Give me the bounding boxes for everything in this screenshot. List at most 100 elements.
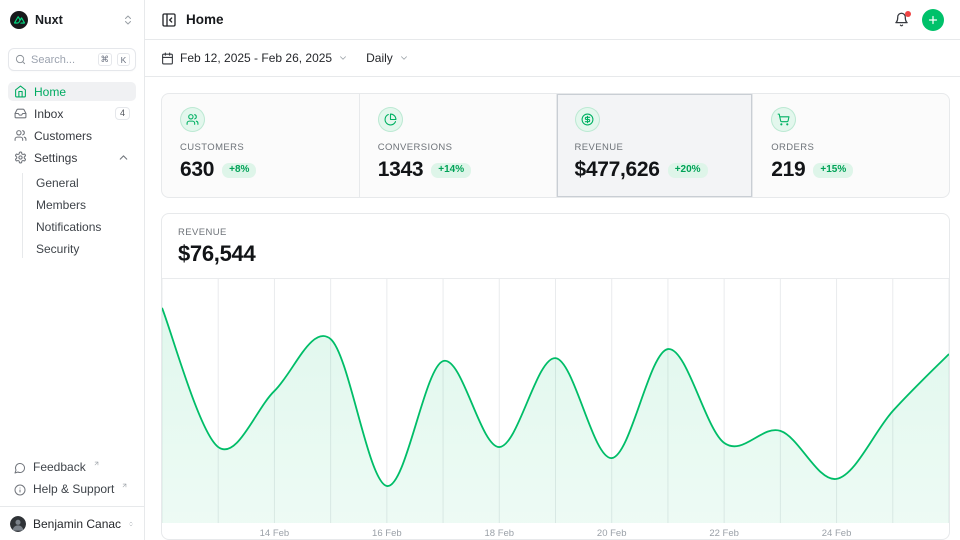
add-button[interactable] xyxy=(922,9,944,31)
revenue-chart-plot[interactable] xyxy=(162,278,949,523)
stat-delta-badge: +20% xyxy=(668,163,708,178)
x-axis: 14 Feb 16 Feb 18 Feb 20 Feb 22 Feb 24 Feb xyxy=(162,523,949,540)
sidebar-item-settings[interactable]: Settings xyxy=(8,148,136,167)
sidebar-item-members[interactable]: Members xyxy=(23,195,128,214)
sidebar-item-general[interactable]: General xyxy=(23,173,128,192)
x-axis-label: 20 Feb xyxy=(597,528,627,539)
chevron-up-icon xyxy=(117,151,130,164)
stat-value: 1343 xyxy=(378,158,424,182)
notification-dot xyxy=(905,11,911,17)
info-icon xyxy=(14,484,26,496)
message-circle-icon xyxy=(14,462,26,474)
sidebar-item-inbox[interactable]: Inbox 4 xyxy=(8,104,136,123)
gear-icon xyxy=(14,151,27,164)
collapse-sidebar-button[interactable] xyxy=(161,12,177,28)
page-title: Home xyxy=(186,12,224,27)
stats-cards: CUSTOMERS 630 +8% CONVERSIONS 1343 +14% xyxy=(161,93,950,198)
external-link-icon xyxy=(93,460,100,467)
stat-card-orders[interactable]: ORDERS 219 +15% xyxy=(752,94,949,197)
chart-title: REVENUE xyxy=(178,227,933,238)
sidebar-footer-links: Feedback Help & Support xyxy=(0,458,144,506)
stat-delta-badge: +15% xyxy=(813,163,853,178)
stat-card-revenue[interactable]: REVENUE $477,626 +20% xyxy=(556,94,753,197)
stat-card-conversions[interactable]: CONVERSIONS 1343 +14% xyxy=(359,94,556,197)
topbar-actions xyxy=(894,9,944,31)
chevron-down-icon xyxy=(399,53,409,63)
search-icon xyxy=(15,54,26,65)
workspace-name: Nuxt xyxy=(35,13,63,27)
revenue-chart-card: REVENUE $76,544 14 Feb 16 Feb 18 Feb 20 Feb… xyxy=(161,213,950,540)
avatar xyxy=(10,516,26,532)
period-label: Daily xyxy=(366,51,393,65)
kbd-cmd: ⌘ xyxy=(98,53,113,66)
x-axis-label: 14 Feb xyxy=(260,528,290,539)
x-axis-label: 16 Feb xyxy=(372,528,402,539)
sidebar-item-home[interactable]: Home xyxy=(8,82,136,101)
x-axis-label: 24 Feb xyxy=(822,528,852,539)
notifications-button[interactable] xyxy=(894,12,909,27)
stat-value: $477,626 xyxy=(575,158,660,182)
filters-toolbar: Feb 12, 2025 - Feb 26, 2025 Daily xyxy=(145,40,960,77)
panel-left-close-icon xyxy=(161,12,177,28)
pie-chart-icon xyxy=(378,107,403,132)
revenue-area-chart xyxy=(162,278,949,523)
workspace-switcher[interactable]: Nuxt xyxy=(0,0,144,40)
date-range-label: Feb 12, 2025 - Feb 26, 2025 xyxy=(180,51,332,65)
search-input[interactable]: Search... ⌘ K xyxy=(8,48,136,71)
sidebar-item-security[interactable]: Security xyxy=(23,239,128,258)
stat-label: REVENUE xyxy=(575,142,735,153)
subnav-label: Notifications xyxy=(36,220,101,234)
users-icon xyxy=(14,129,27,142)
subnav-label: Security xyxy=(36,242,79,256)
chevrons-up-down-icon xyxy=(128,518,134,530)
stat-card-customers[interactable]: CUSTOMERS 630 +8% xyxy=(162,94,359,197)
feedback-label: Feedback xyxy=(33,458,86,477)
stat-delta-badge: +8% xyxy=(222,163,256,178)
sidebar-item-notifications[interactable]: Notifications xyxy=(23,217,128,236)
subnav-label: Members xyxy=(36,198,86,212)
user-menu[interactable]: Benjamin Canac xyxy=(0,506,144,540)
cart-icon xyxy=(771,107,796,132)
sidebar-item-label: Settings xyxy=(34,151,77,165)
x-axis-label: 18 Feb xyxy=(484,528,514,539)
app-window: Nuxt Search... ⌘ K Home Inbox 4 Customer… xyxy=(0,0,960,540)
inbox-count-badge: 4 xyxy=(115,107,130,120)
subnav-label: General xyxy=(36,176,79,190)
sidebar-spacer xyxy=(0,258,144,458)
sidebar-item-label: Home xyxy=(34,85,66,99)
dashboard-content: CUSTOMERS 630 +8% CONVERSIONS 1343 +14% xyxy=(145,77,960,540)
revenue-chart-header: REVENUE $76,544 xyxy=(162,214,949,278)
top-header: Home xyxy=(145,0,960,40)
sidebar: Nuxt Search... ⌘ K Home Inbox 4 Customer… xyxy=(0,0,145,540)
chart-total-value: $76,544 xyxy=(178,241,933,267)
stat-delta-badge: +14% xyxy=(431,163,471,178)
chevrons-up-down-icon xyxy=(122,14,134,26)
sidebar-nav: Home Inbox 4 Customers Settings General … xyxy=(0,82,144,258)
calendar-icon xyxy=(161,52,174,65)
stat-label: CUSTOMERS xyxy=(180,142,341,153)
help-support-link[interactable]: Help & Support xyxy=(8,480,136,499)
home-icon xyxy=(14,85,27,98)
external-link-icon xyxy=(121,482,128,489)
main-area: Home Feb 12, 2025 - Feb 26, 2025 Daily xyxy=(145,0,960,540)
date-range-picker[interactable]: Feb 12, 2025 - Feb 26, 2025 xyxy=(161,51,348,65)
period-select[interactable]: Daily xyxy=(366,51,409,65)
search-placeholder: Search... xyxy=(31,54,93,66)
sidebar-item-label: Inbox xyxy=(34,107,63,121)
stat-label: CONVERSIONS xyxy=(378,142,538,153)
feedback-link[interactable]: Feedback xyxy=(8,458,136,477)
circle-dollar-icon xyxy=(575,107,600,132)
stat-label: ORDERS xyxy=(771,142,931,153)
inbox-icon xyxy=(14,107,27,120)
chevron-down-icon xyxy=(338,53,348,63)
users-icon xyxy=(180,107,205,132)
nuxt-logo-icon xyxy=(10,11,28,29)
x-axis-label: 22 Feb xyxy=(709,528,739,539)
plus-icon xyxy=(927,14,939,26)
stat-value: 630 xyxy=(180,158,214,182)
stat-value: 219 xyxy=(771,158,805,182)
help-support-label: Help & Support xyxy=(33,480,114,499)
settings-subnav: General Members Notifications Security xyxy=(22,173,136,258)
sidebar-item-customers[interactable]: Customers xyxy=(8,126,136,145)
user-name: Benjamin Canac xyxy=(33,517,121,531)
